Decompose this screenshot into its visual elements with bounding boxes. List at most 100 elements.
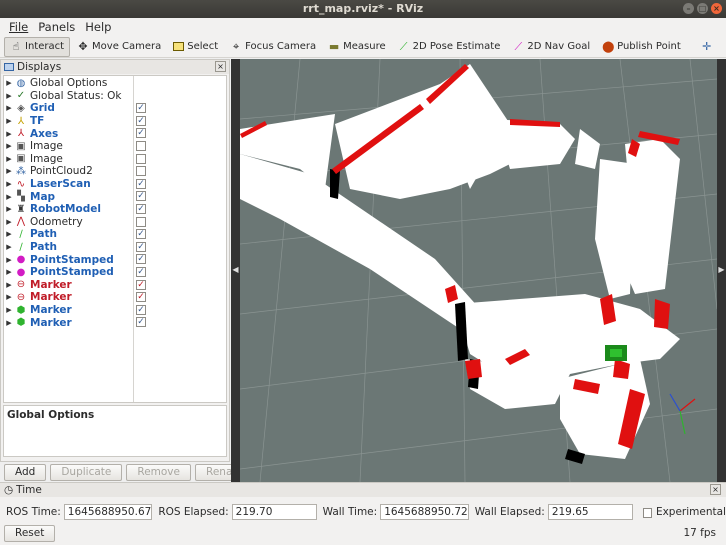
menu-help[interactable]: Help xyxy=(80,20,116,34)
expand-arrow-icon[interactable]: ▶ xyxy=(4,155,14,163)
expand-arrow-icon[interactable]: ▶ xyxy=(4,256,14,264)
display-enable-checkbox[interactable]: ✓ xyxy=(136,229,146,240)
display-item[interactable]: ▶ ✓ Global Status: Ok xyxy=(4,90,226,103)
display-item-label: Image xyxy=(30,140,63,153)
display-item-label: Axes xyxy=(30,127,59,140)
close-button[interactable]: × xyxy=(711,3,722,14)
remove-button[interactable]: Remove xyxy=(126,463,191,481)
display-item[interactable]: ▶ ● PointStamped ✓ xyxy=(4,266,226,279)
ros-time-field[interactable]: 1645688950.67 xyxy=(63,504,153,520)
maximize-button[interactable]: □ xyxy=(697,3,708,14)
display-item[interactable]: ▶ ♜ RobotModel ✓ xyxy=(4,203,226,216)
display-enable-checkbox[interactable]: ✓ xyxy=(136,103,146,114)
display-item[interactable]: ▶ ⊖ Marker ✓ xyxy=(4,279,226,292)
duplicate-button[interactable]: Duplicate xyxy=(50,463,123,481)
display-enable-checkbox[interactable]: ✓ xyxy=(136,191,146,202)
display-enable-checkbox[interactable]: ✓ xyxy=(136,317,146,328)
ros-elapsed-label: ROS Elapsed: xyxy=(158,506,229,518)
tool-interact[interactable]: ☝ Interact xyxy=(4,36,71,57)
display-enable-checkbox[interactable]: ✓ xyxy=(136,128,146,139)
display-item[interactable]: ▶ ▣ Image xyxy=(4,140,226,153)
display-enable-checkbox[interactable]: ✓ xyxy=(136,241,146,252)
expand-arrow-icon[interactable]: ▶ xyxy=(4,167,14,175)
tool-select[interactable]: Select xyxy=(168,37,223,57)
expand-arrow-icon[interactable]: ▶ xyxy=(4,142,14,150)
display-item[interactable]: ▶ ⅄ TF ✓ xyxy=(4,115,226,128)
display-item-label: PointCloud2 xyxy=(30,165,93,178)
display-item[interactable]: ▶ ⁂ PointCloud2 xyxy=(4,165,226,178)
display-enable-checkbox[interactable]: ✓ xyxy=(136,204,146,214)
wall-time-field[interactable]: 1645688950.72 xyxy=(380,504,469,520)
display-item[interactable]: ▶ ◈ Grid ✓ xyxy=(4,102,226,115)
robot-model xyxy=(605,345,627,361)
display-item-label: Marker xyxy=(30,316,72,329)
expand-arrow-icon[interactable]: ▶ xyxy=(4,205,14,213)
display-item[interactable]: ▶ ◍ Global Options xyxy=(4,77,226,90)
display-enable-checkbox[interactable]: ✓ xyxy=(136,292,146,303)
display-item[interactable]: ▶ ∿ LaserScan ✓ xyxy=(4,178,226,191)
expand-arrow-icon[interactable]: ▶ xyxy=(4,180,14,188)
display-enable-checkbox[interactable]: ✓ xyxy=(136,279,146,290)
time-close-button[interactable]: × xyxy=(710,484,721,495)
displays-close-button[interactable]: × xyxy=(215,61,226,72)
3d-viewport[interactable]: ◀ ▶ xyxy=(231,59,726,482)
tool-2d-pose-estimate[interactable]: ⟋ 2D Pose Estimate xyxy=(393,37,506,57)
tool-2d-nav-goal[interactable]: ⟋ 2D Nav Goal xyxy=(507,37,595,57)
menu-panels[interactable]: Panels xyxy=(33,20,80,34)
expand-arrow-icon[interactable]: ▶ xyxy=(4,243,14,251)
experimental-checkbox[interactable] xyxy=(642,508,652,518)
collapse-right-icon[interactable]: ▶ xyxy=(717,264,726,276)
wall-elapsed-field[interactable]: 219.65 xyxy=(547,504,633,520)
display-item[interactable]: ▶ ∕ Path ✓ xyxy=(4,228,226,241)
displays-panel-header: Displays xyxy=(1,60,229,74)
expand-arrow-icon[interactable]: ▶ xyxy=(4,218,14,226)
display-enable-checkbox[interactable] xyxy=(136,216,146,227)
reset-button[interactable]: Reset xyxy=(4,525,56,542)
expand-arrow-icon[interactable]: ▶ xyxy=(4,306,14,314)
tool-measure[interactable]: ▬ Measure xyxy=(323,37,391,57)
point-icon: ● xyxy=(16,266,26,278)
ros-elapsed-field[interactable]: 219.70 xyxy=(231,504,317,520)
select-icon xyxy=(173,42,185,51)
expand-arrow-icon[interactable]: ▶ xyxy=(4,293,14,301)
expand-arrow-icon[interactable]: ▶ xyxy=(4,193,14,201)
expand-arrow-icon[interactable]: ▶ xyxy=(4,104,14,112)
path-icon: ∕ xyxy=(19,228,23,240)
expand-arrow-icon[interactable]: ▶ xyxy=(4,230,14,238)
add-button[interactable]: Add xyxy=(4,463,47,481)
display-enable-checkbox[interactable] xyxy=(136,166,146,177)
display-item[interactable]: ▶ ▣ Image xyxy=(4,153,226,166)
expand-arrow-icon[interactable]: ▶ xyxy=(4,268,14,276)
display-item[interactable]: ▶ ▚ Map ✓ xyxy=(4,190,226,203)
remove-tool-button[interactable]: ▬ xyxy=(720,37,726,57)
expand-arrow-icon[interactable]: ▶ xyxy=(4,92,14,100)
collapse-left-icon[interactable]: ◀ xyxy=(231,264,240,276)
tool-move-camera[interactable]: ✥ Move Camera xyxy=(72,37,166,57)
display-enable-checkbox[interactable]: ✓ xyxy=(136,178,146,189)
expand-arrow-icon[interactable]: ▶ xyxy=(4,130,14,138)
display-item[interactable]: ▶ ⬢ Marker ✓ xyxy=(4,304,226,317)
display-item[interactable]: ▶ ⋀ Odometry xyxy=(4,216,226,229)
expand-arrow-icon[interactable]: ▶ xyxy=(4,281,14,289)
add-tool-button[interactable]: ✛ xyxy=(696,37,718,57)
display-item[interactable]: ▶ ● PointStamped ✓ xyxy=(4,253,226,266)
display-item[interactable]: ▶ ⅄ Axes ✓ xyxy=(4,127,226,140)
expand-arrow-icon[interactable]: ▶ xyxy=(4,319,14,327)
display-enable-checkbox[interactable]: ✓ xyxy=(136,267,146,277)
tool-focus-camera[interactable]: ⌖ Focus Camera xyxy=(225,37,321,57)
publish-point-icon: ⬤ xyxy=(602,40,615,53)
expand-arrow-icon[interactable]: ▶ xyxy=(4,117,14,125)
display-item[interactable]: ▶ ⊖ Marker ✓ xyxy=(4,291,226,304)
menu-file[interactable]: File xyxy=(4,20,33,34)
display-enable-checkbox[interactable]: ✓ xyxy=(136,304,146,315)
display-item[interactable]: ▶ ∕ Path ✓ xyxy=(4,241,226,254)
display-enable-checkbox[interactable] xyxy=(136,141,146,151)
display-enable-checkbox[interactable]: ✓ xyxy=(136,254,146,265)
time-panel-header: ◷ Time xyxy=(0,483,726,497)
display-enable-checkbox[interactable]: ✓ xyxy=(136,115,146,126)
display-enable-checkbox[interactable] xyxy=(136,153,146,164)
minimize-button[interactable]: – xyxy=(683,3,694,14)
expand-arrow-icon[interactable]: ▶ xyxy=(4,79,14,87)
display-item[interactable]: ▶ ⬢ Marker ✓ xyxy=(4,316,226,329)
tool-publish-point[interactable]: ⬤ Publish Point xyxy=(597,37,686,57)
